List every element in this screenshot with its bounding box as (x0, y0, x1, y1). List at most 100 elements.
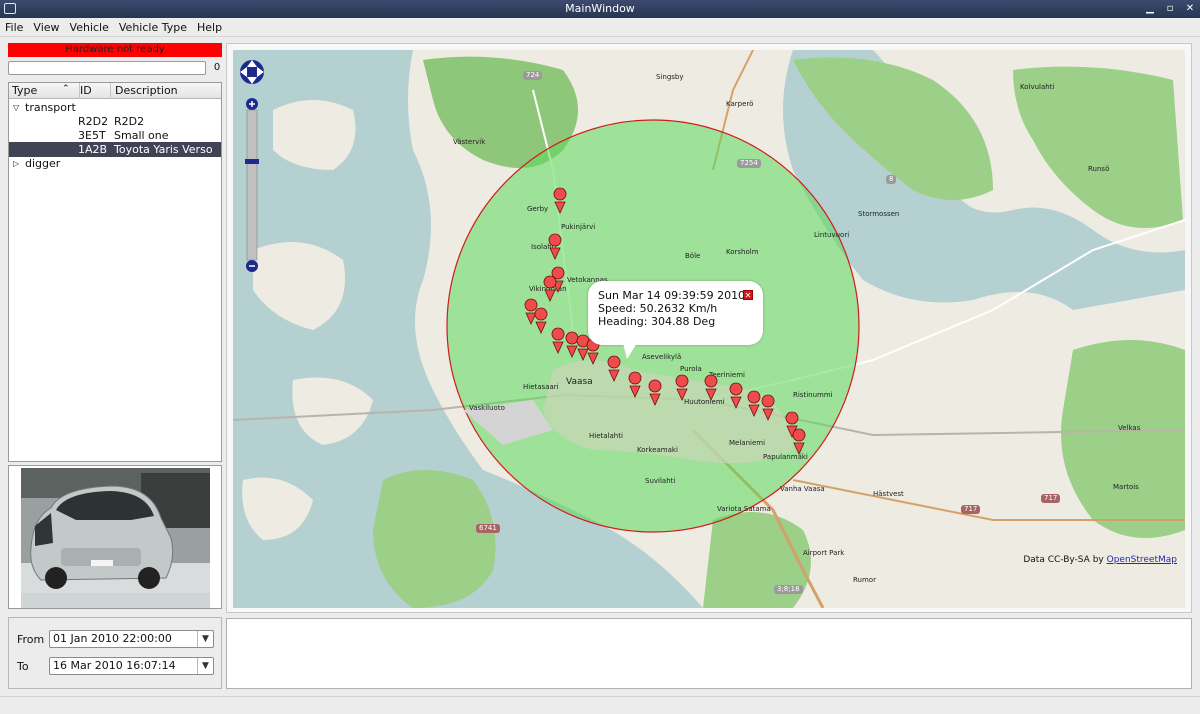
date-range-panel: From 01 Jan 2010 22:00:00 ▼ To 16 Mar 20… (8, 617, 222, 689)
map-label: Melaniemi (729, 439, 766, 447)
title-bar[interactable]: MainWindow ▁ ▫ ✕ (0, 0, 1200, 18)
tree-header: Type ⌃ ID Description (9, 83, 221, 99)
map-label: Stormossen (858, 210, 900, 218)
tree-row-selected[interactable]: 1A2B Toyota Yaris Verso (9, 142, 221, 157)
car-photo (21, 468, 210, 608)
tree-row[interactable]: 3E5T Small one (9, 128, 221, 143)
map-label: Variota Satama (717, 505, 771, 513)
status-bar (0, 696, 1200, 714)
map-label: Korsholm (726, 248, 759, 256)
chevron-down-icon[interactable]: ▼ (197, 631, 213, 647)
maximize-icon[interactable]: ▫ (1164, 2, 1176, 15)
menu-vehicle-type[interactable]: Vehicle Type (114, 18, 192, 36)
openstreetmap-link[interactable]: OpenStreetMap (1107, 555, 1177, 565)
to-value: 16 Mar 2010 16:07:14 (53, 659, 176, 672)
map-label: Korkeamaki (637, 446, 678, 454)
road-shield: 6741 (476, 524, 500, 533)
group-label: transport (25, 101, 76, 114)
group-label: digger (25, 157, 61, 170)
map-label: Singsby (656, 73, 684, 81)
map-label: Hietalahti (589, 432, 623, 440)
tree-group-transport[interactable]: ▽ transport (9, 100, 221, 115)
map-label: Karperö (726, 100, 754, 108)
main-window: MainWindow ▁ ▫ ✕ File View Vehicle Vehic… (0, 0, 1200, 714)
progress-bar (8, 61, 206, 75)
map-label: Gerby (527, 205, 549, 213)
window-icon (4, 3, 16, 14)
map-label: Runsö (1088, 165, 1110, 173)
collapse-arrow-icon[interactable]: ▷ (13, 156, 19, 171)
map-label: Rumor (853, 576, 876, 584)
map-label: Teeriniemi (709, 371, 745, 379)
vehicle-tree[interactable]: Type ⌃ ID Description ▽ transport R2D2 R… (8, 82, 222, 462)
hardware-status-banner: Hardware not ready (8, 43, 222, 57)
map-label: Airport Park (803, 549, 845, 557)
popup-heading: Heading: 304.88 Deg (598, 315, 716, 328)
vehicle-description: Toyota Yaris Verso (114, 143, 213, 156)
popup-pointer (623, 343, 637, 359)
position-popup: Sun Mar 14 09:39:59 2010 Speed: 50.2632 … (588, 281, 763, 345)
menu-bar: File View Vehicle Vehicle Type Help (0, 18, 1200, 37)
map-label: Vanha Vaasa (780, 485, 825, 493)
road-shield: 724 (523, 71, 543, 80)
map-label: Vaskiluoto (469, 404, 505, 412)
minimize-icon[interactable]: ▁ (1144, 2, 1156, 15)
expand-arrow-icon[interactable]: ▽ (13, 100, 19, 115)
sort-indicator-icon: ⌃ (62, 84, 70, 94)
menu-file[interactable]: File (0, 18, 28, 36)
vehicle-photo (8, 465, 222, 609)
log-output[interactable] (226, 618, 1192, 689)
map-label: Hästvest (873, 490, 904, 498)
menu-help[interactable]: Help (192, 18, 227, 36)
road-shield: 7254 (737, 159, 761, 168)
popup-time: Sun Mar 14 09:39:59 2010 (598, 289, 746, 302)
map-label: Hietasaari (523, 383, 559, 391)
column-id[interactable]: ID (80, 84, 92, 97)
vehicle-description: Small one (114, 129, 169, 142)
to-label: To (17, 660, 29, 673)
menu-view[interactable]: View (28, 18, 64, 36)
column-description[interactable]: Description (115, 84, 178, 97)
vehicle-id: R2D2 (78, 115, 109, 128)
progress-value: 0 (213, 62, 221, 73)
from-datetime-field[interactable]: 01 Jan 2010 22:00:00 ▼ (49, 630, 214, 648)
popup-speed: Speed: 50.2632 Km/h (598, 302, 718, 315)
map-label: Asevelikylä (642, 353, 682, 361)
vehicle-description: R2D2 (114, 115, 145, 128)
map-label: Papulanmäki (763, 453, 808, 461)
vehicle-id: 3E5T (78, 129, 106, 142)
to-datetime-field[interactable]: 16 Mar 2010 16:07:14 ▼ (49, 657, 214, 675)
map-label: Purola (680, 365, 702, 373)
window-title: MainWindow (565, 2, 635, 15)
map-label: Böle (685, 252, 701, 260)
menu-vehicle[interactable]: Vehicle (65, 18, 114, 36)
map-label: Kolvulahti (1020, 83, 1055, 91)
close-icon[interactable]: ✕ (1184, 2, 1196, 15)
road-shield: 717 (1041, 494, 1061, 503)
tree-group-digger[interactable]: ▷ digger (9, 156, 221, 171)
map-label: Lintuvuori (814, 231, 850, 239)
chevron-down-icon[interactable]: ▼ (197, 658, 213, 674)
map-attribution: Data CC-By-SA by OpenStreetMap (1023, 555, 1177, 565)
column-type[interactable]: Type (12, 84, 37, 97)
map-label: Pukinjärvi (561, 223, 596, 231)
from-value: 01 Jan 2010 22:00:00 (53, 632, 172, 645)
map-label: Velkas (1118, 424, 1141, 432)
map-label: Vikinggrän (529, 285, 567, 293)
from-label: From (17, 633, 45, 646)
tree-row[interactable]: R2D2 R2D2 (9, 114, 221, 129)
pan-zoom-control[interactable] (237, 54, 267, 274)
map-label: Västervik (453, 138, 486, 146)
map-frame: Singsby Karperö Västervik Gerby Pukinjär… (226, 43, 1192, 613)
vehicle-id: 1A2B (78, 143, 108, 156)
map-label: Huutoniemi (684, 398, 725, 406)
map-label: Isolahti (531, 243, 557, 251)
road-shield: 717 (961, 505, 981, 514)
map-view[interactable]: Singsby Karperö Västervik Gerby Pukinjär… (233, 50, 1185, 608)
road-shield: 3;8;18 (774, 585, 803, 594)
road-shield: 8 (886, 175, 897, 184)
map-label: Ristinummi (793, 391, 833, 399)
map-label: Martois (1113, 483, 1139, 491)
map-label: Suvilahti (645, 477, 676, 485)
popup-close-icon[interactable]: ✕ (743, 290, 753, 300)
